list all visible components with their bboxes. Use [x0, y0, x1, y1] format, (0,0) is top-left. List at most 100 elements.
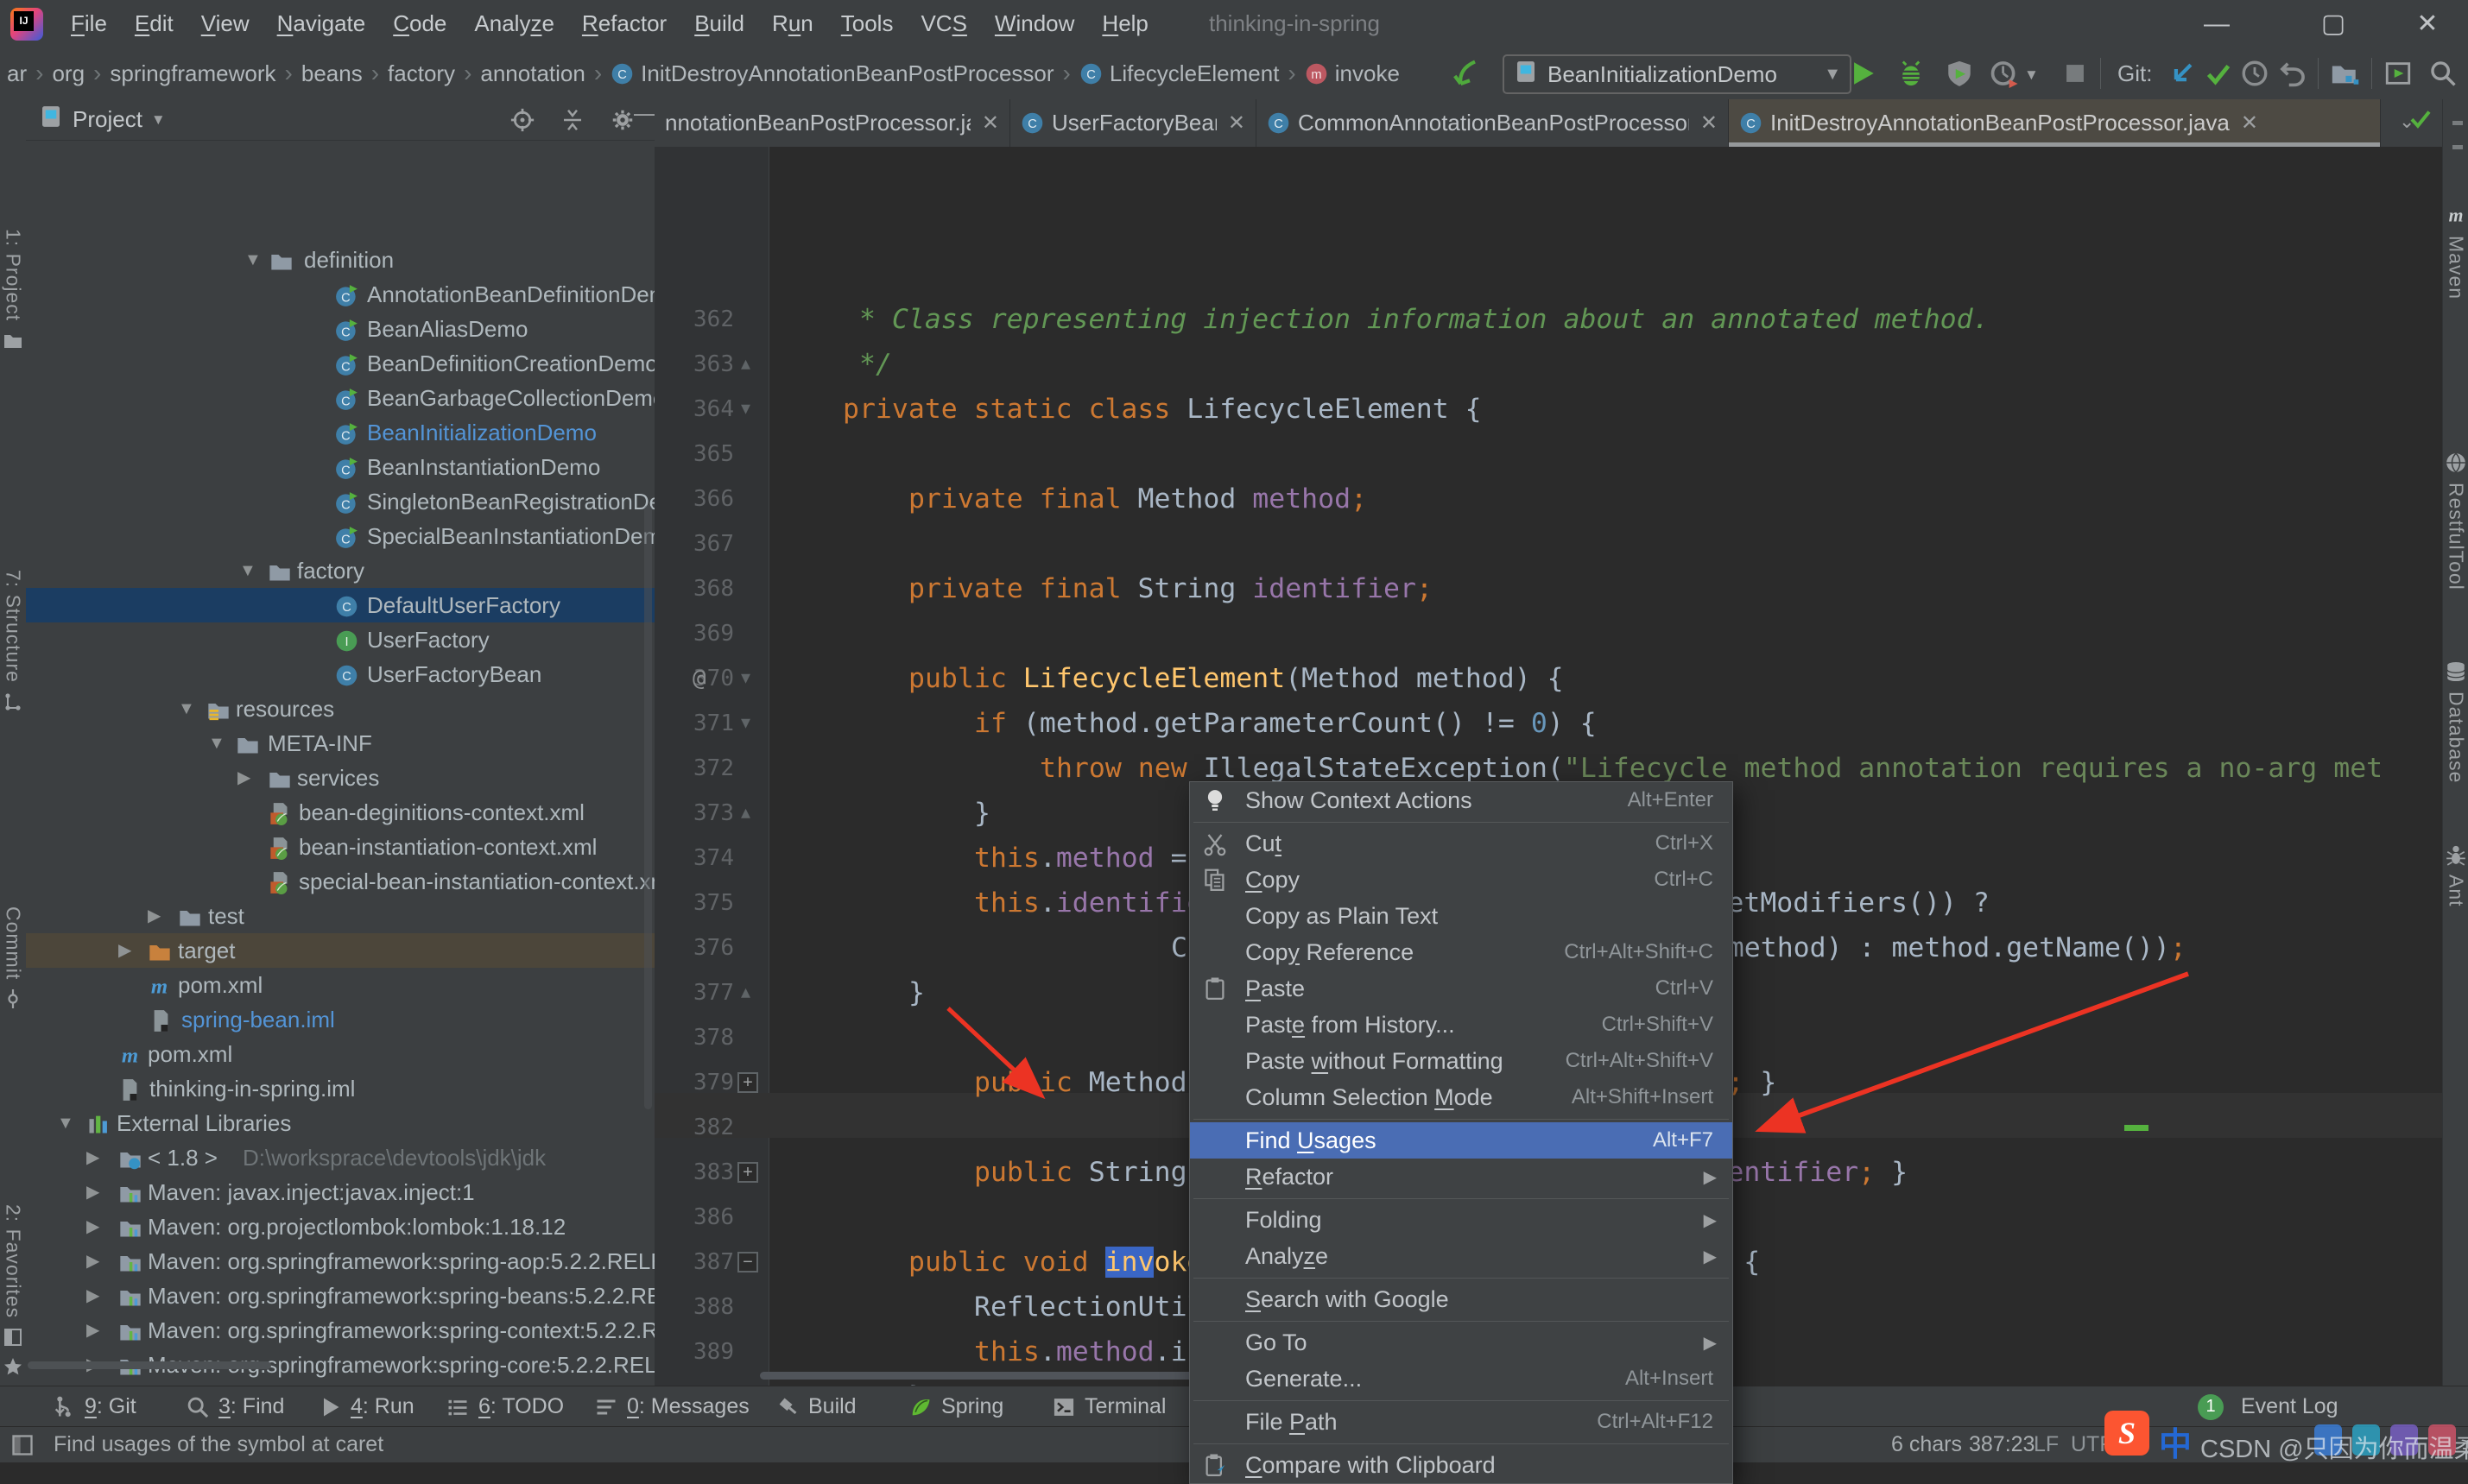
menu-item-find-usages[interactable]: Find UsagesAlt+F7: [1190, 1122, 1732, 1159]
tab-initdestroyannotationbeanpostprocessor-java[interactable]: CInitDestroyAnnotationBeanPostProcessor.…: [1729, 99, 2381, 147]
close-button[interactable]: ✕: [2387, 0, 2468, 47]
tree-item-singletonbeanregistrationdemo[interactable]: CSingletonBeanRegistrationDemo: [26, 484, 655, 519]
fold-start-icon[interactable]: ▾: [741, 668, 750, 687]
breadcrumb-org[interactable]: org: [52, 60, 85, 87]
menu-item-copy[interactable]: CopyCtrl+C: [1190, 862, 1732, 898]
chevron-expanded-icon[interactable]: ▼: [178, 691, 195, 726]
tab-userfactorybean-java[interactable]: CUserFactoryBean.java✕: [1010, 99, 1256, 147]
code-line-362[interactable]: * Class representing injection informati…: [859, 297, 1990, 342]
tree-item-maven-org-springframework-spring-beans-5-2-2-release[interactable]: ▶Maven: org.springframework:spring-beans…: [26, 1279, 655, 1313]
menu-item-cut[interactable]: CutCtrl+X: [1190, 825, 1732, 862]
rollback-button[interactable]: [2278, 59, 2307, 88]
menu-view[interactable]: View: [187, 10, 263, 37]
menu-item-generate[interactable]: Generate...Alt+Insert: [1190, 1361, 1732, 1397]
tree-item-annotationbeandefinitiondemo[interactable]: CAnnotationBeanDefinitionDemo: [26, 277, 655, 312]
menu-refactor[interactable]: Refactor: [568, 10, 680, 37]
toolwindow-button-spring[interactable]: Spring: [908, 1386, 1003, 1427]
tree-item-defaultuserfactory[interactable]: CDefaultUserFactory: [26, 588, 655, 622]
tree-item-meta-inf[interactable]: ▼META-INF: [26, 726, 655, 761]
chevron-expanded-icon[interactable]: ▼: [208, 726, 225, 761]
chevron-expanded-icon[interactable]: ▼: [239, 553, 256, 588]
stripe-restfultool[interactable]: RestfulTool: [2443, 452, 2468, 590]
menu-item-compare-with-clipboard[interactable]: Compare with Clipboard: [1190, 1447, 1732, 1483]
stripe-2-favorites[interactable]: 2: Favorites: [0, 1204, 26, 1377]
menu-vcs[interactable]: VCS: [907, 10, 980, 37]
event-log-button[interactable]: 1 Event Log: [2198, 1386, 2338, 1427]
tree-item-userfactorybean[interactable]: CUserFactoryBean: [26, 657, 655, 691]
tree-item-beaninitializationdemo[interactable]: CBeanInitializationDemo: [26, 415, 655, 450]
run-configuration-select[interactable]: BeanInitializationDemo ▼: [1503, 54, 1851, 94]
tree-item-beaninstantiationdemo[interactable]: CBeanInstantiationDemo: [26, 450, 655, 484]
breadcrumb-lifecycleelement[interactable]: CLifecycleElement: [1079, 60, 1280, 87]
tree-item-thinking-in-spring-iml[interactable]: thinking-in-spring.iml: [26, 1071, 655, 1106]
menu-item-copy-as-plain-text[interactable]: Copy as Plain Text: [1190, 898, 1732, 934]
tree-horizontal-scrollbar[interactable]: [28, 1361, 271, 1369]
breadcrumb-initdestroyannotationbeanpostprocessor[interactable]: CInitDestroyAnnotationBeanPostProcessor: [611, 60, 1054, 87]
stripe-maven[interactable]: mMaven: [2443, 205, 2468, 300]
tree-vertical-scrollbar[interactable]: [644, 505, 652, 1109]
close-tab-icon[interactable]: ✕: [1700, 111, 1718, 136]
tree-item-userfactory[interactable]: IUserFactory: [26, 622, 655, 657]
code-line-366[interactable]: private final Method method;: [908, 477, 1367, 521]
chevron-collapsed-icon[interactable]: ▶: [86, 1209, 99, 1244]
run-anything-icon[interactable]: [2383, 59, 2413, 88]
toolwindow-switcher-icon[interactable]: [10, 1433, 35, 1463]
menu-item-paste-without-formatting[interactable]: Paste without FormattingCtrl+Alt+Shift+V: [1190, 1043, 1732, 1079]
tree-item-specialbeaninstantiationdemo[interactable]: CSpecialBeanInstantiationDemo: [26, 519, 655, 553]
breadcrumb-annotation[interactable]: annotation: [480, 60, 585, 87]
menu-item-column-selection-mode[interactable]: Column Selection ModeAlt+Shift+Insert: [1190, 1079, 1732, 1115]
tree-item-maven-org-springframework-spring-aop-5-2-2-release[interactable]: ▶Maven: org.springframework:spring-aop:5…: [26, 1244, 655, 1279]
tree-item-bean-instantiation-context-xml[interactable]: bean-instantiation-context.xml: [26, 830, 655, 864]
toolwindow-button-3-find[interactable]: 3: Find: [186, 1386, 284, 1427]
chevron-collapsed-icon[interactable]: ▶: [86, 1313, 99, 1348]
run-button[interactable]: [1848, 59, 1877, 88]
stripe-commit[interactable]: Commit: [0, 906, 26, 1009]
tree-item-maven-org-projectlombok-lombok-1-18-12[interactable]: ▶Maven: org.projectlombok:lombok:1.18.12: [26, 1209, 655, 1244]
collapse-all-icon[interactable]: [560, 107, 585, 139]
code-line-370[interactable]: public LifecycleElement(Method method) {: [908, 656, 1564, 701]
tree-item-bean-deginitions-context-xml[interactable]: bean-deginitions-context.xml: [26, 795, 655, 830]
menu-tools[interactable]: Tools: [827, 10, 908, 37]
menu-file[interactable]: File: [57, 10, 121, 37]
code-line-363[interactable]: */: [859, 342, 892, 387]
tree-item-maven-org-springframework-spring-context-5-2-2-release[interactable]: ▶Maven: org.springframework:spring-conte…: [26, 1313, 655, 1348]
fold-start-icon[interactable]: ▾: [741, 399, 750, 418]
fold-end-icon[interactable]: ▴: [741, 803, 750, 822]
toolwindow-button-9-git[interactable]: 9: Git: [52, 1386, 136, 1427]
tree-item-pom-xml[interactable]: mpom.xml: [26, 1037, 655, 1071]
toolwindow-button-6-todo[interactable]: 6: TODO: [446, 1386, 564, 1427]
close-tab-icon[interactable]: ✕: [2241, 111, 2258, 136]
history-button[interactable]: [2240, 59, 2269, 88]
tree-item-target[interactable]: ▶target: [26, 933, 655, 968]
chevron-expanded-icon[interactable]: ▼: [57, 1106, 74, 1140]
debug-button[interactable]: [1896, 59, 1926, 88]
menu-item-copy-reference[interactable]: Copy ReferenceCtrl+Alt+Shift+C: [1190, 934, 1732, 970]
menu-window[interactable]: Window: [981, 10, 1088, 37]
tree-item-test[interactable]: ▶test: [26, 899, 655, 933]
minimize-button[interactable]: —: [2176, 0, 2257, 47]
fold-plus-icon[interactable]: +: [737, 1072, 758, 1093]
menu-item-search-with-google[interactable]: Search with Google: [1190, 1281, 1732, 1317]
profiler-button[interactable]: [1990, 59, 2019, 88]
menu-item-go-to[interactable]: Go To▶: [1190, 1324, 1732, 1361]
close-tab-icon[interactable]: ✕: [1228, 111, 1245, 136]
menu-item-refactor[interactable]: Refactor▶: [1190, 1159, 1732, 1195]
toolwindow-button-4-run[interactable]: 4: Run: [318, 1386, 414, 1427]
code-line-364[interactable]: private static class LifecycleElement {: [843, 387, 1482, 432]
toolwindow-button-build[interactable]: Build: [775, 1386, 857, 1427]
close-tab-icon[interactable]: ✕: [982, 111, 999, 136]
menu-help[interactable]: Help: [1088, 10, 1161, 37]
caret-position[interactable]: 387:23: [1969, 1427, 2035, 1462]
menu-code[interactable]: Code: [379, 10, 460, 37]
chevron-collapsed-icon[interactable]: ▶: [86, 1140, 99, 1175]
menu-item-analyze[interactable]: Analyze▶: [1190, 1238, 1732, 1274]
coverage-button[interactable]: [1945, 59, 1974, 88]
fold-end-icon[interactable]: ▴: [741, 982, 750, 1001]
line-ending[interactable]: LF: [2034, 1427, 2059, 1462]
stripe-7-structure[interactable]: 7: Structure: [0, 570, 26, 712]
menu-run[interactable]: Run: [758, 10, 827, 37]
fold-end-icon[interactable]: ▴: [741, 354, 750, 373]
menu-item-paste[interactable]: PasteCtrl+V: [1190, 970, 1732, 1007]
breadcrumb-ar[interactable]: ar: [7, 60, 27, 87]
breadcrumb-invoke[interactable]: minvoke: [1305, 60, 1400, 87]
